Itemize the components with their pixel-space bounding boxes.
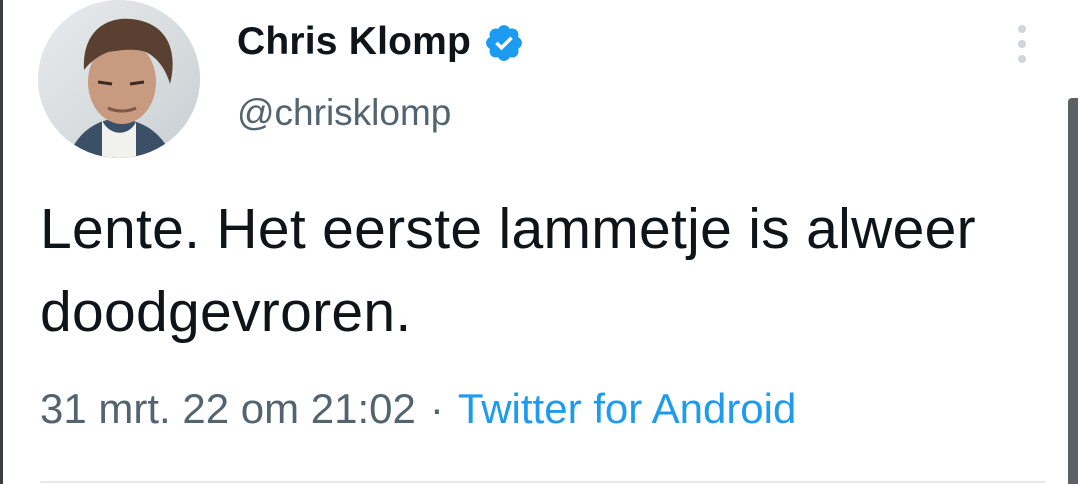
author-name-row[interactable]: Chris Klomp [237, 16, 525, 68]
more-vertical-icon-dot [1018, 55, 1026, 63]
more-vertical-icon-dot [1018, 40, 1026, 48]
tweet-timestamp[interactable]: 31 mrt. 22 om 21:02 [40, 385, 416, 433]
display-name[interactable]: Chris Klomp [237, 20, 471, 64]
verified-badge-icon [483, 22, 525, 64]
avatar[interactable] [38, 0, 200, 158]
tweet-meta: 31 mrt. 22 om 21:02 · Twitter for Androi… [40, 385, 796, 433]
more-vertical-icon [1018, 25, 1026, 33]
tweet-text: Lente. Het eerste lammetje is alweer doo… [40, 197, 976, 344]
scrollbar[interactable] [1068, 98, 1078, 484]
divider [40, 481, 1045, 483]
more-options-button[interactable] [1008, 18, 1036, 70]
author-handle[interactable]: @chrisklomp [237, 92, 451, 134]
tweet-source-link[interactable]: Twitter for Android [458, 385, 796, 433]
window-edge [0, 0, 3, 484]
meta-separator: · [429, 385, 444, 432]
